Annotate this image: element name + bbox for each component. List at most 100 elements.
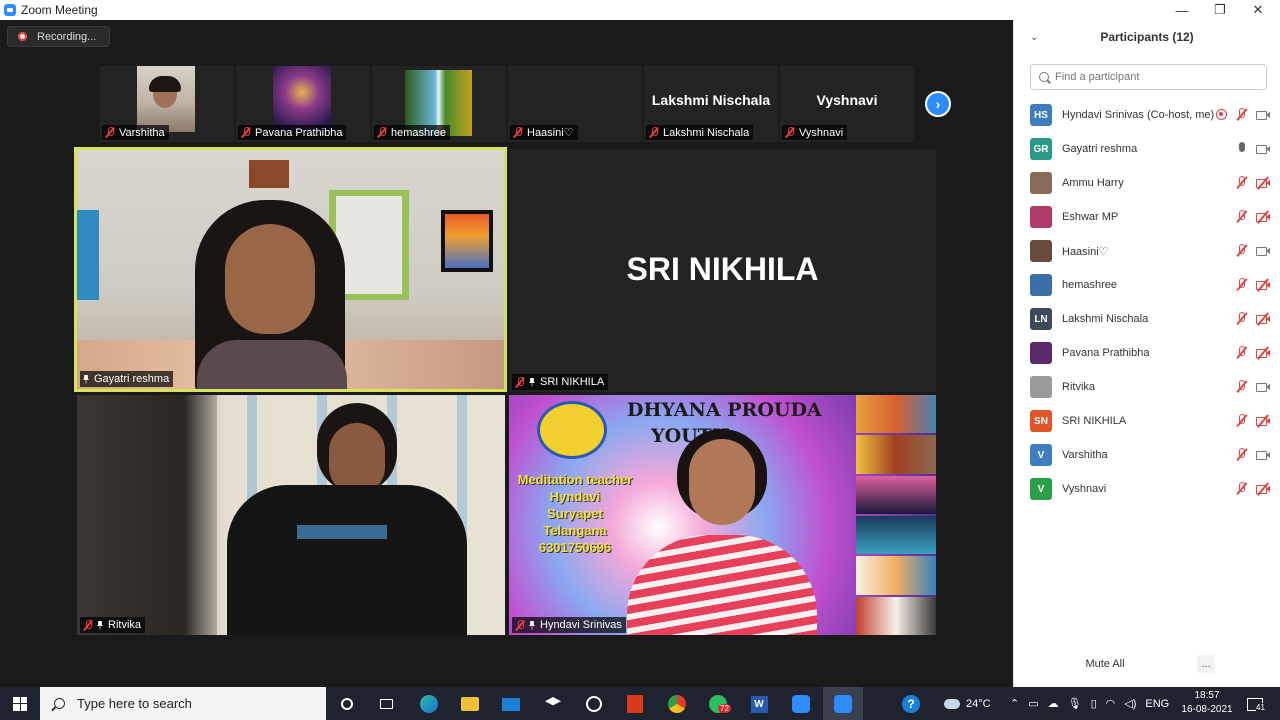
pin-icon [529, 620, 535, 630]
participant-row[interactable]: GR Gayatri reshma [1014, 132, 1280, 166]
thumb-tile-haasini[interactable]: Haasini♡ [508, 66, 642, 142]
window-title: Zoom Meeting [21, 3, 98, 17]
participant-row[interactable]: HS Hyndavi Srinivas (Co-host, me) [1014, 98, 1280, 132]
mic-muted-icon[interactable] [1235, 312, 1248, 325]
mic-muted-icon[interactable] [1235, 346, 1248, 359]
camera-off-icon[interactable] [1256, 278, 1270, 292]
onedrive-icon[interactable]: ☁ [1048, 697, 1059, 710]
recording-indicator[interactable]: Recording... [7, 26, 110, 47]
mic-muted-icon[interactable] [1235, 448, 1248, 461]
participant-row[interactable]: hemashree [1014, 268, 1280, 302]
participant-name: Eshwar MP [1062, 211, 1119, 223]
participant-search-input[interactable]: Find a participant [1030, 64, 1267, 90]
zoom-meeting-taskbar-icon[interactable] [823, 687, 863, 720]
camera-icon[interactable] [1256, 142, 1270, 155]
whatsapp-badge: 72 [718, 704, 731, 713]
taskbar-clock[interactable]: 18:57 16-08-2021 [1178, 689, 1236, 717]
thumb-tile-varshitha[interactable]: Varshitha [100, 66, 234, 142]
taskbar-search-box[interactable]: Type here to search [40, 687, 326, 720]
device-icon[interactable]: ▭ [1028, 697, 1038, 710]
camera-off-icon[interactable] [1256, 482, 1270, 496]
word-icon[interactable]: W [748, 693, 770, 715]
camera-off-icon[interactable] [1256, 176, 1270, 190]
camera-icon[interactable] [1256, 244, 1270, 257]
thumb-tile-lakshmi[interactable]: Lakshmi Nischala Lakshmi Nischala [644, 66, 778, 142]
video-area: Recording... Varshitha Pavana Prathibha … [0, 20, 1013, 687]
maximize-button[interactable]: ❐ [1201, 0, 1239, 20]
mic-muted-icon [83, 619, 93, 631]
zoom-app-icon [4, 4, 16, 16]
camera-icon[interactable] [1256, 108, 1270, 121]
mic-muted-icon[interactable] [1235, 176, 1248, 189]
file-explorer-icon[interactable] [459, 693, 481, 715]
mic-muted-icon[interactable] [1235, 108, 1248, 121]
zoom-taskbar-icon[interactable] [790, 693, 812, 715]
mic-muted-icon[interactable] [1235, 244, 1248, 257]
mic-muted-icon[interactable] [1235, 278, 1248, 291]
participant-row[interactable]: Ritvika [1014, 370, 1280, 404]
mic-muted-icon[interactable] [1235, 482, 1248, 495]
app-icon[interactable] [583, 693, 605, 715]
minimize-button[interactable]: — [1163, 0, 1201, 20]
participant-name: Lakshmi Nischala [646, 125, 754, 140]
participant-row[interactable]: Haasini♡ [1014, 234, 1280, 268]
participant-row[interactable]: Pavana Prathibha [1014, 336, 1280, 370]
wifi-icon[interactable]: ◠ [1106, 697, 1116, 710]
camera-off-icon[interactable] [1256, 346, 1270, 360]
whatsapp-icon[interactable]: 72 [707, 693, 731, 715]
participant-row[interactable]: V Vyshnavi [1014, 472, 1280, 506]
notification-count: 41 [1256, 703, 1265, 712]
participant-status-icons [1235, 414, 1270, 428]
notification-icon[interactable]: 41 [1244, 693, 1266, 715]
participant-name: Vyshnavi [782, 125, 848, 140]
office-icon[interactable] [624, 693, 646, 715]
task-view-icon[interactable] [375, 693, 397, 715]
avatar [1030, 376, 1052, 398]
participant-row[interactable]: Ammu Harry [1014, 166, 1280, 200]
avatar: LN [1030, 308, 1052, 330]
more-options-button[interactable]: ... [1197, 655, 1215, 673]
cortana-icon[interactable] [336, 693, 358, 715]
dropbox-icon[interactable] [542, 693, 564, 715]
camera-off-icon[interactable] [1256, 414, 1270, 428]
banner-lines: Meditation teacher Hyndavi Suryapet Tela… [517, 472, 633, 555]
close-button[interactable]: ✕ [1239, 0, 1277, 20]
weather-widget[interactable]: 24°C [944, 687, 991, 720]
participant-name: SRI NIKHILA [1062, 415, 1127, 427]
edge-icon[interactable] [418, 693, 440, 715]
thumb-tile-vyshnavi[interactable]: Vyshnavi Vyshnavi [780, 66, 914, 142]
volume-icon[interactable]: ◁) [1124, 697, 1136, 710]
mic-tray-icon[interactable]: 🎙 [1068, 697, 1082, 710]
participant-row[interactable]: LN Lakshmi Nischala [1014, 302, 1280, 336]
thumb-tile-hemashree[interactable]: hemashree [372, 66, 506, 142]
power-icon[interactable]: ▯ [1091, 697, 1097, 710]
participant-name: Haasini♡ [1062, 245, 1109, 258]
start-button[interactable] [0, 687, 40, 720]
participant-row[interactable]: V Varshitha [1014, 438, 1280, 472]
pin-icon [97, 620, 103, 630]
camera-off-icon[interactable] [1256, 312, 1270, 326]
thumbnail-strip: Varshitha Pavana Prathibha hemashree Haa… [100, 66, 914, 142]
mail-icon[interactable] [500, 693, 522, 715]
mic-icon[interactable] [1235, 142, 1248, 155]
mute-all-button[interactable]: Mute All [1085, 655, 1124, 673]
next-page-button[interactable]: › [925, 91, 951, 117]
video-tile-sri-nikhila[interactable]: SRI NIKHILA SRI NIKHILA [509, 149, 936, 392]
chrome-icon[interactable] [666, 693, 688, 715]
chevron-up-icon[interactable]: ⌃ [1010, 697, 1019, 710]
language-indicator[interactable]: ENG [1145, 698, 1169, 710]
thumb-tile-pavana[interactable]: Pavana Prathibha [236, 66, 370, 142]
camera-icon[interactable] [1256, 448, 1270, 461]
participant-row[interactable]: Eshwar MP [1014, 200, 1280, 234]
mic-muted-icon[interactable] [1235, 380, 1248, 393]
mic-muted-icon[interactable] [1235, 210, 1248, 223]
mic-muted-icon[interactable] [1235, 414, 1248, 427]
camera-icon[interactable] [1256, 380, 1270, 393]
video-tile-hyndavi[interactable]: DHYANA PROUDA YOUTH Meditation teacher H… [509, 395, 936, 635]
participant-row[interactable]: SN SRI NIKHILA [1014, 404, 1280, 438]
camera-off-icon[interactable] [1256, 210, 1270, 224]
help-icon[interactable]: ? [900, 693, 922, 715]
video-tile-gayatri[interactable]: Gayatri reshma [74, 147, 507, 392]
video-tile-ritvika[interactable]: Ritvika [77, 395, 505, 635]
cloud-icon [944, 698, 960, 709]
